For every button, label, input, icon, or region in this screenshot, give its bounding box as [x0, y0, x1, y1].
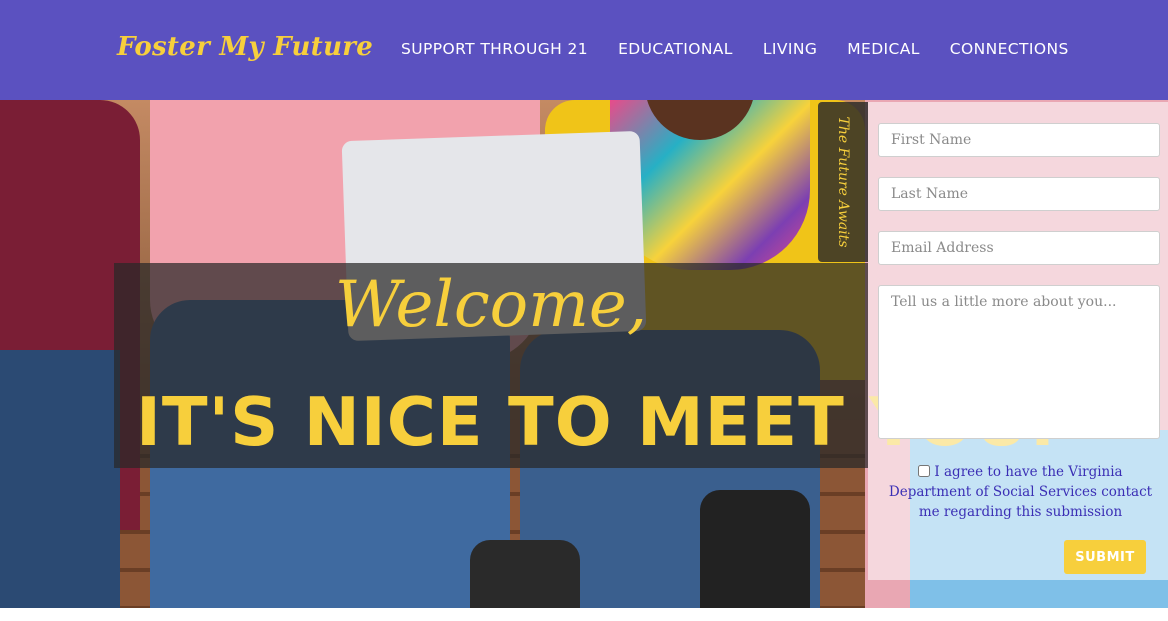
nav-item-living[interactable]: LIVING: [763, 40, 817, 58]
email-field[interactable]: [878, 231, 1160, 265]
future-awaits-label: The Future Awaits: [835, 116, 851, 248]
consent-label[interactable]: I agree to have the Virginia Department …: [878, 462, 1163, 522]
welcome-heading: Welcome,: [334, 268, 648, 342]
future-awaits-tab[interactable]: The Future Awaits: [818, 102, 868, 262]
contact-form: I agree to have the Virginia Department …: [868, 102, 1168, 580]
submit-button[interactable]: SUBMIT: [1064, 540, 1146, 574]
about-you-textarea[interactable]: [878, 285, 1160, 439]
nav-item-connections[interactable]: CONNECTIONS: [950, 40, 1069, 58]
site-logo[interactable]: Foster My Future: [117, 32, 373, 62]
nav-item-medical[interactable]: MEDICAL: [847, 40, 920, 58]
main-nav: SUPPORT THROUGH 21 EDUCATIONAL LIVING ME…: [401, 40, 1069, 58]
consent-checkbox[interactable]: [918, 465, 931, 477]
hero-photo-boot: [470, 540, 580, 608]
site-header: Foster My Future SUPPORT THROUGH 21 EDUC…: [0, 0, 1168, 100]
hero-photo-jeans-left: [0, 350, 120, 608]
first-name-field[interactable]: [878, 123, 1160, 157]
nav-item-educational[interactable]: EDUCATIONAL: [618, 40, 733, 58]
hero-photo-boot-right: [700, 490, 810, 608]
last-name-field[interactable]: [878, 177, 1160, 211]
nav-item-support-through-21[interactable]: SUPPORT THROUGH 21: [401, 40, 588, 58]
